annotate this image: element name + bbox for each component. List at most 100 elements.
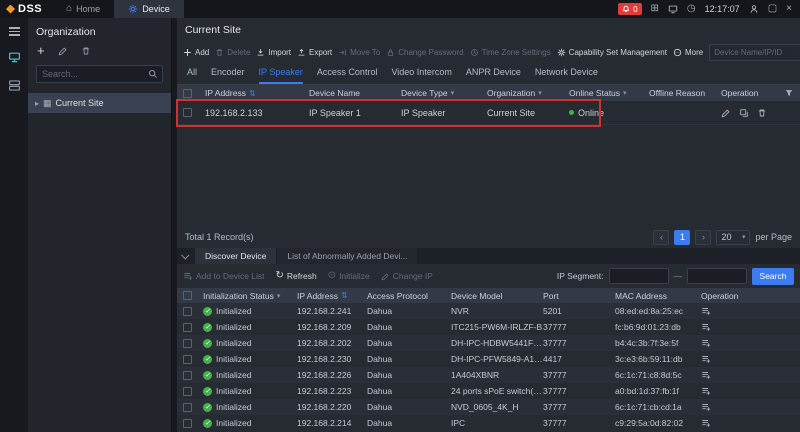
- add-to-device-list-icon[interactable]: [701, 418, 711, 428]
- select-all-checkbox[interactable]: [183, 89, 192, 98]
- tab-device[interactable]: Device: [114, 0, 184, 18]
- prev-page-button[interactable]: ‹: [653, 230, 669, 245]
- row-checkbox[interactable]: [183, 323, 192, 332]
- change-password-button[interactable]: Change Password: [386, 48, 463, 57]
- filter-caret-icon[interactable]: ▾: [277, 292, 281, 300]
- tab-discover-device[interactable]: Discover Device: [195, 248, 276, 264]
- row-checkbox[interactable]: [183, 403, 192, 412]
- tree-item-current-site[interactable]: ▸ ▦ Current Site: [28, 93, 171, 113]
- fullscreen-icon[interactable]: ▢: [768, 4, 777, 14]
- tree-expand-icon[interactable]: ▸: [35, 99, 39, 108]
- select-all-checkbox[interactable]: [183, 291, 192, 300]
- device-manager-icon[interactable]: [8, 51, 21, 64]
- tab-device-label: Device: [142, 4, 170, 14]
- edit-organization-icon[interactable]: [58, 46, 68, 56]
- time-zone-settings-button[interactable]: Time Zone Settings: [470, 48, 551, 57]
- search-icon[interactable]: [148, 69, 158, 79]
- initialize-button[interactable]: ⊙ Initialize: [328, 271, 370, 281]
- sort-icon[interactable]: ⇅: [341, 291, 348, 300]
- tab-home[interactable]: ⌂ Home: [52, 0, 114, 18]
- alarm-badge[interactable]: 0: [618, 3, 641, 15]
- edit-icon[interactable]: [721, 108, 731, 118]
- monitor-icon[interactable]: [668, 4, 678, 14]
- add-to-device-list-icon[interactable]: [701, 402, 711, 412]
- ip-segment-start-input[interactable]: [609, 268, 669, 284]
- tab-access-control[interactable]: Access Control: [317, 67, 378, 84]
- device-table-row[interactable]: 192.168.2.133 IP Speaker 1 IP Speaker Cu…: [177, 101, 800, 125]
- tab-abnormally-added[interactable]: List of Abnormally Added Devi...: [277, 248, 417, 264]
- discovered-device-row[interactable]: ✓ Initialized 192.168.2.220 Dahua NVD_06…: [177, 399, 800, 415]
- add-button[interactable]: Add: [183, 48, 209, 57]
- organization-search-input[interactable]: [37, 69, 148, 79]
- add-to-device-list-icon[interactable]: [701, 306, 711, 316]
- change-ip-button[interactable]: Change IP: [381, 271, 433, 281]
- grid-icon[interactable]: ⊞: [651, 4, 659, 14]
- delete-icon[interactable]: [757, 108, 767, 118]
- discovered-device-row[interactable]: ✓ Initialized 192.168.2.202 Dahua DH-IPC…: [177, 335, 800, 351]
- col-online-status[interactable]: Online Status: [569, 88, 620, 98]
- device-search-input[interactable]: [710, 48, 799, 57]
- add-to-device-list-icon[interactable]: [701, 370, 711, 380]
- next-page-button[interactable]: ›: [695, 230, 711, 245]
- move-to-button[interactable]: Move To: [338, 48, 380, 57]
- col-organization[interactable]: Organization: [487, 88, 535, 98]
- refresh-button[interactable]: ↻ Refresh: [276, 271, 317, 281]
- initialization-status: Initialized: [216, 402, 251, 412]
- discovered-device-row[interactable]: ✓ Initialized 192.168.2.223 Dahua 24 por…: [177, 383, 800, 399]
- col-device-type[interactable]: Device Type: [401, 88, 448, 98]
- filter-caret-icon[interactable]: ▾: [538, 89, 542, 97]
- discovered-device-row[interactable]: ✓ Initialized 192.168.2.230 Dahua DH-IPC…: [177, 351, 800, 367]
- page-1-button[interactable]: 1: [674, 230, 690, 245]
- col-ip-address[interactable]: IP Address: [297, 291, 338, 301]
- row-checkbox[interactable]: [183, 419, 192, 428]
- tab-encoder[interactable]: Encoder: [211, 67, 245, 84]
- row-checkbox[interactable]: [183, 339, 192, 348]
- filter-caret-icon[interactable]: ▾: [451, 89, 455, 97]
- search-button[interactable]: Search: [752, 268, 794, 285]
- menu-icon[interactable]: [9, 27, 20, 36]
- topbar: DSS ⌂ Home Device 0 ⊞ ◷ 12:17:07: [0, 0, 800, 18]
- discovered-device-row[interactable]: ✓ Initialized 192.168.2.214 Dahua IPC 37…: [177, 415, 800, 431]
- row-checkbox[interactable]: [183, 355, 192, 364]
- add-to-device-list-icon[interactable]: [701, 322, 711, 332]
- close-icon[interactable]: ×: [786, 4, 792, 14]
- col-initialization-status[interactable]: Initialization Status: [203, 291, 274, 301]
- add-to-device-list-icon[interactable]: [701, 354, 711, 364]
- user-icon[interactable]: [749, 4, 759, 14]
- delete-organization-icon[interactable]: [81, 46, 91, 56]
- initialized-check-icon: ✓: [203, 307, 212, 316]
- discovered-device-row[interactable]: ✓ Initialized 192.168.2.241 Dahua NVR 52…: [177, 303, 800, 319]
- add-to-device-list-button[interactable]: Add to Device List: [183, 271, 265, 281]
- discovered-device-row[interactable]: ✓ Initialized 192.168.2.209 Dahua ITC215…: [177, 319, 800, 335]
- add-organization-icon[interactable]: +: [37, 46, 45, 56]
- row-checkbox[interactable]: [183, 371, 192, 380]
- col-ip-address[interactable]: IP Address: [205, 88, 246, 98]
- server-list-icon[interactable]: [8, 79, 21, 92]
- add-to-device-list-icon[interactable]: [701, 338, 711, 348]
- tab-video-intercom[interactable]: Video Intercom: [391, 67, 451, 84]
- import-button[interactable]: Import: [256, 48, 291, 57]
- tab-anpr-device[interactable]: ANPR Device: [466, 67, 521, 84]
- row-checkbox[interactable]: [183, 307, 192, 316]
- ip-segment-end-input[interactable]: [687, 268, 747, 284]
- initialization-status: Initialized: [216, 322, 251, 332]
- delete-button[interactable]: Delete: [215, 48, 250, 57]
- filter-funnel-icon[interactable]: [784, 88, 794, 98]
- page-size-select[interactable]: 20 ▾: [716, 230, 750, 245]
- add-to-device-list-icon[interactable]: [701, 386, 711, 396]
- tab-all[interactable]: All: [187, 67, 197, 84]
- export-button[interactable]: Export: [297, 48, 332, 57]
- row-checkbox[interactable]: [183, 108, 192, 117]
- lock-icon: [386, 48, 395, 57]
- sort-icon[interactable]: ⇅: [249, 89, 256, 98]
- copy-icon[interactable]: [739, 108, 749, 118]
- plus-icon: [183, 48, 192, 57]
- tab-ip-speaker[interactable]: IP Speaker: [259, 67, 303, 84]
- tab-network-device[interactable]: Network Device: [535, 67, 598, 84]
- collapse-panel-icon[interactable]: [177, 248, 195, 264]
- filter-caret-icon[interactable]: ▾: [623, 89, 627, 97]
- capability-set-management-button[interactable]: Capability Set Management: [557, 48, 667, 57]
- row-checkbox[interactable]: [183, 387, 192, 396]
- more-button[interactable]: More: [673, 48, 703, 57]
- discovered-device-row[interactable]: ✓ Initialized 192.168.2.226 Dahua 1A404X…: [177, 367, 800, 383]
